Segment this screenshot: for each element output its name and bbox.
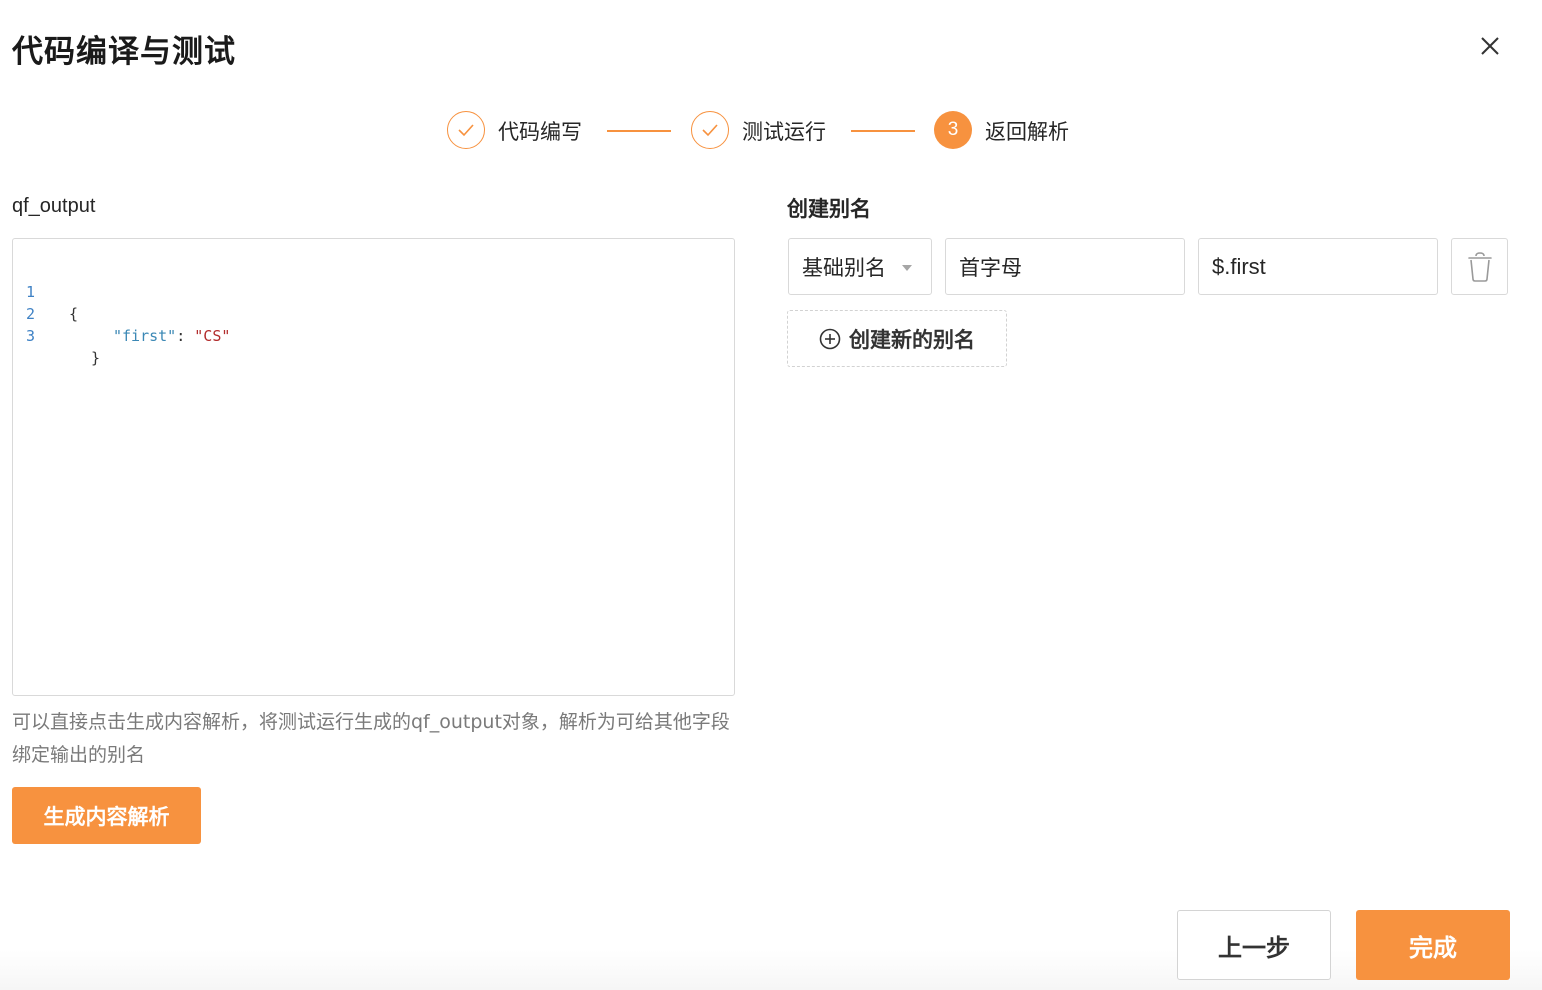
code-line: 2 "first": "CS" bbox=[13, 281, 230, 345]
create-alias-button[interactable]: 创建新的别名 bbox=[787, 310, 1007, 367]
json-colon: : bbox=[176, 327, 195, 345]
step-connector bbox=[851, 130, 915, 132]
plus-circle-icon bbox=[819, 328, 841, 349]
dialog-title: 代码编译与测试 bbox=[12, 34, 236, 70]
step-connector bbox=[607, 130, 671, 132]
chevron-down-icon bbox=[902, 265, 912, 271]
check-icon bbox=[458, 124, 474, 137]
alias-section-title: 创建别名 bbox=[787, 197, 871, 221]
json-key: "first" bbox=[113, 327, 177, 345]
line-number: 3 bbox=[26, 327, 36, 345]
create-alias-label: 创建新的别名 bbox=[849, 327, 975, 352]
step-3-number: 3 bbox=[934, 111, 972, 149]
step-2-done-indicator bbox=[691, 111, 729, 149]
code-text: } bbox=[91, 349, 101, 367]
step-3-label: 返回解析 bbox=[985, 120, 1069, 144]
step-2-label: 测试运行 bbox=[742, 120, 826, 144]
json-value: "CS" bbox=[194, 327, 231, 345]
code-text: { bbox=[69, 305, 79, 323]
code-line: 3 } bbox=[13, 303, 100, 367]
finish-button[interactable]: 完成 bbox=[1356, 910, 1510, 980]
steps-progress: 代码编写 测试运行 3 返回解析 bbox=[0, 110, 1542, 152]
alias-path-value: $.first bbox=[1212, 253, 1266, 279]
alias-name-value: 首字母 bbox=[959, 255, 1022, 280]
step-1-done-indicator bbox=[447, 111, 485, 149]
code-editor[interactable]: 1 { 2 "first": "CS" 3 } bbox=[12, 238, 735, 696]
close-button[interactable] bbox=[1474, 30, 1506, 62]
code-text: "first": "CS" bbox=[113, 325, 230, 347]
help-text: 可以直接点击生成内容解析，将测试运行生成的qf_output对象，解析为可给其他… bbox=[12, 711, 730, 766]
code-line: 1 { bbox=[13, 259, 78, 323]
step-1-label: 代码编写 bbox=[498, 120, 582, 144]
check-icon bbox=[702, 124, 718, 137]
alias-name-input[interactable]: 首字母 bbox=[945, 238, 1185, 295]
trash-icon bbox=[1467, 251, 1492, 282]
output-label: qf_output bbox=[12, 195, 96, 217]
generate-parse-button[interactable]: 生成内容解析 bbox=[12, 787, 201, 844]
alias-type-select[interactable]: 基础别名 bbox=[788, 238, 932, 295]
delete-alias-button[interactable] bbox=[1451, 238, 1508, 295]
close-icon bbox=[1481, 37, 1499, 55]
previous-step-button[interactable]: 上一步 bbox=[1177, 910, 1331, 980]
alias-type-value: 基础别名 bbox=[802, 255, 886, 280]
alias-path-input[interactable]: $.first bbox=[1198, 238, 1438, 295]
